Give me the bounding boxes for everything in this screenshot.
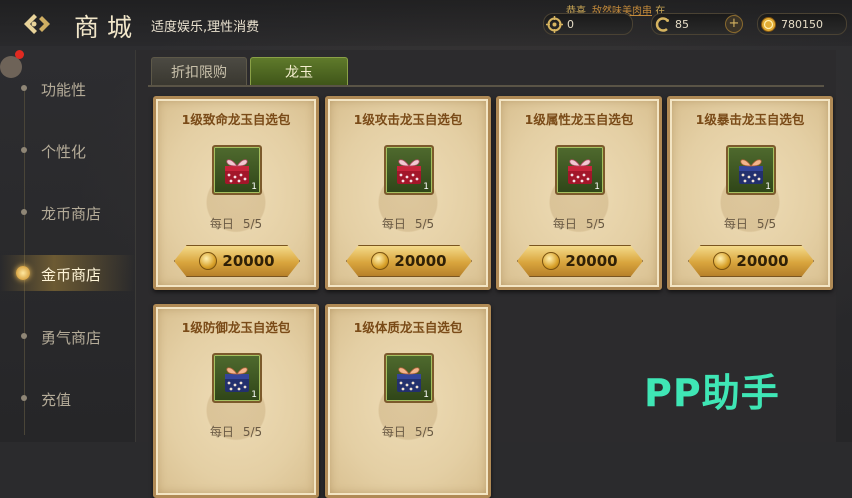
product-card[interactable]: 1级体质龙玉自选包 1 每日 5/5 bbox=[325, 304, 491, 498]
item-quantity: 1 bbox=[594, 182, 600, 192]
target-icon bbox=[546, 15, 563, 33]
sidebar-item-label: 勇气商店 bbox=[41, 329, 102, 347]
daily-limit-value: 5/5 bbox=[756, 217, 777, 231]
product-card[interactable]: 1级攻击龙玉自选包 1 每日 5/5 20000 bbox=[325, 96, 491, 290]
dragon-coin-icon bbox=[655, 16, 669, 32]
daily-limit: 每日 5/5 bbox=[670, 215, 830, 232]
sidebar-item-personalization[interactable]: 个性化 bbox=[0, 132, 135, 168]
sidebar-item-label: 金币商店 bbox=[41, 266, 102, 284]
currency-gold: 780150 bbox=[757, 13, 847, 35]
product-card[interactable]: 1级暴击龙玉自选包 1 每日 5/5 20000 bbox=[667, 96, 833, 290]
tab-dragon-jade[interactable]: 龙玉 bbox=[250, 57, 348, 87]
sidebar-item-label: 充值 bbox=[41, 391, 72, 409]
item-quantity: 1 bbox=[423, 390, 429, 400]
sidebar-item-gold-shop[interactable]: 金币商店 bbox=[0, 255, 135, 291]
gold-coin-icon bbox=[371, 252, 390, 270]
product-item-slot[interactable]: 1 bbox=[384, 353, 434, 403]
item-quantity: 1 bbox=[765, 182, 771, 192]
daily-limit: 每日 5/5 bbox=[156, 423, 316, 440]
product-card[interactable]: 1级致命龙玉自选包 1 每日 5/5 20000 bbox=[153, 96, 319, 290]
daily-limit-label: 每日 bbox=[381, 425, 406, 439]
price-label: 20000 bbox=[565, 252, 618, 270]
price-label: 20000 bbox=[394, 252, 447, 270]
gold-coin-icon bbox=[542, 252, 561, 270]
tab-discount-limited[interactable]: 折扣限购 bbox=[151, 57, 247, 87]
item-quantity: 1 bbox=[251, 390, 257, 400]
product-item-slot[interactable]: 1 bbox=[726, 145, 776, 195]
page-subtitle: 适度娱乐,理性消费 bbox=[151, 20, 260, 35]
currency-gold-value: 780150 bbox=[781, 17, 823, 31]
back-button[interactable] bbox=[22, 11, 56, 37]
buy-button[interactable]: 20000 bbox=[517, 245, 643, 277]
product-title: 1级防御龙玉自选包 bbox=[181, 320, 291, 335]
daily-limit-label: 每日 bbox=[552, 217, 577, 231]
notification-dot-icon bbox=[15, 50, 24, 59]
item-quantity: 1 bbox=[423, 182, 429, 192]
bullet-icon bbox=[21, 85, 27, 91]
daily-limit-value: 5/5 bbox=[414, 217, 435, 231]
buy-button[interactable]: 20000 bbox=[174, 245, 300, 277]
product-item-slot[interactable]: 1 bbox=[555, 145, 605, 195]
add-dragon-coin-button[interactable]: + bbox=[725, 15, 743, 33]
daily-limit: 每日 5/5 bbox=[156, 215, 316, 232]
daily-limit-value: 5/5 bbox=[242, 425, 263, 439]
daily-limit-value: 5/5 bbox=[414, 425, 435, 439]
daily-limit-value: 5/5 bbox=[585, 217, 606, 231]
product-item-slot[interactable]: 1 bbox=[212, 145, 262, 195]
back-arrow-icon bbox=[24, 14, 50, 34]
daily-limit: 每日 5/5 bbox=[328, 215, 488, 232]
sidebar: 功能性 个性化 龙币商店 金币商店 勇气商店 充值 bbox=[0, 50, 135, 442]
bullet-icon bbox=[21, 395, 27, 401]
page-title: 商城 bbox=[74, 13, 141, 42]
sidebar-item-dragon-coin-shop[interactable]: 龙币商店 bbox=[0, 194, 135, 230]
price-label: 20000 bbox=[736, 252, 789, 270]
currency-target-value: 0 bbox=[567, 17, 574, 31]
daily-limit-value: 5/5 bbox=[242, 217, 263, 231]
watermark-logo: PP助手 bbox=[644, 371, 780, 415]
gold-coin-icon bbox=[199, 252, 218, 270]
gold-coin-icon bbox=[713, 252, 732, 270]
product-item-slot[interactable]: 1 bbox=[384, 145, 434, 195]
product-title: 1级体质龙玉自选包 bbox=[353, 320, 463, 335]
gold-coin-icon bbox=[761, 16, 776, 32]
daily-limit-label: 每日 bbox=[209, 425, 234, 439]
buy-button[interactable]: 20000 bbox=[346, 245, 472, 277]
bullet-icon bbox=[21, 209, 27, 215]
daily-limit: 每日 5/5 bbox=[328, 423, 488, 440]
top-bar: 商城 适度娱乐,理性消费 恭喜 敌然味美肉串 在 0 85 + 780150 bbox=[0, 0, 852, 46]
product-title: 1级攻击龙玉自选包 bbox=[353, 112, 463, 127]
price-label: 20000 bbox=[222, 252, 275, 270]
active-bullet-icon bbox=[16, 266, 30, 280]
currency-dragon-coin-value: 85 bbox=[675, 17, 689, 31]
daily-limit-label: 每日 bbox=[723, 217, 748, 231]
currency-dragon-coin: 85 + bbox=[651, 13, 743, 35]
sidebar-item-label: 功能性 bbox=[41, 81, 87, 99]
product-card[interactable]: 1级防御龙玉自选包 1 每日 5/5 bbox=[153, 304, 319, 498]
buy-button[interactable]: 20000 bbox=[688, 245, 814, 277]
tab-underline bbox=[148, 85, 824, 87]
currency-target: 0 bbox=[543, 13, 633, 35]
daily-limit: 每日 5/5 bbox=[499, 215, 659, 232]
sidebar-item-recharge[interactable]: 充值 bbox=[0, 380, 135, 416]
product-title: 1级致命龙玉自选包 bbox=[181, 112, 291, 127]
bullet-icon bbox=[21, 147, 27, 153]
product-item-slot[interactable]: 1 bbox=[212, 353, 262, 403]
sidebar-item-functional[interactable]: 功能性 bbox=[0, 70, 135, 106]
sidebar-item-label: 龙币商店 bbox=[41, 205, 102, 223]
sidebar-item-label: 个性化 bbox=[41, 143, 87, 161]
sidebar-item-courage-shop[interactable]: 勇气商店 bbox=[0, 318, 135, 354]
product-title: 1级属性龙玉自选包 bbox=[524, 112, 634, 127]
daily-limit-label: 每日 bbox=[209, 217, 234, 231]
bullet-icon bbox=[21, 333, 27, 339]
daily-limit-label: 每日 bbox=[381, 217, 406, 231]
item-quantity: 1 bbox=[251, 182, 257, 192]
product-card[interactable]: 1级属性龙玉自选包 1 每日 5/5 20000 bbox=[496, 96, 662, 290]
product-title: 1级暴击龙玉自选包 bbox=[695, 112, 805, 127]
